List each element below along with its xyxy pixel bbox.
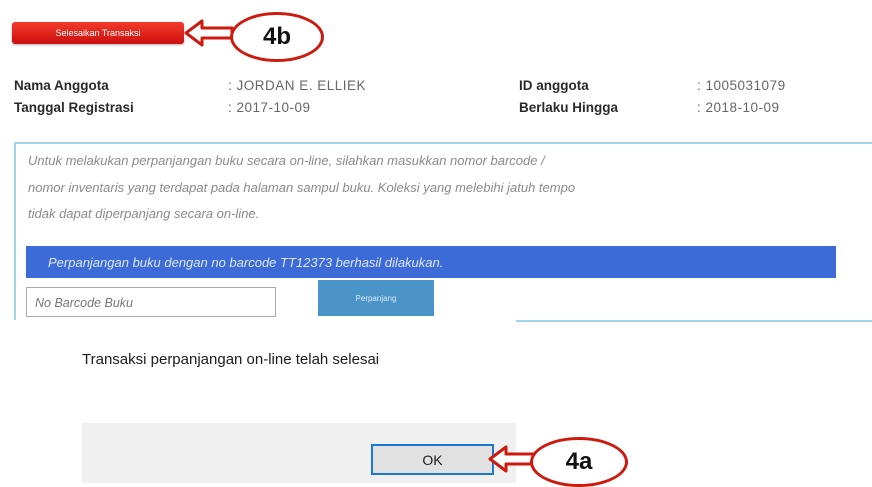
registration-date-value: : 2017-10-09 [228, 100, 311, 115]
callout-4b: 4b [230, 12, 324, 62]
member-id-value: : 1005031079 [697, 78, 786, 93]
instruction-line-3: tidak dapat diperpanjang secara on-line. [28, 206, 260, 221]
success-message: Perpanjangan buku dengan no barcode TT12… [48, 254, 444, 270]
arrow-left-icon [184, 19, 234, 47]
success-banner: Perpanjangan buku dengan no barcode TT12… [26, 246, 836, 278]
callout-4a: 4a [530, 437, 628, 487]
registration-date-label: Tanggal Registrasi [14, 100, 134, 115]
finish-transaction-button[interactable]: Selesaikan Transaksi [12, 22, 184, 44]
instruction-line-1: Untuk melakukan perpanjangan buku secara… [28, 153, 545, 168]
member-name-value: : JORDAN E. ELLIEK [228, 78, 367, 93]
barcode-input[interactable]: No Barcode Buku [26, 287, 276, 317]
instruction-line-2: nomor inventaris yang terdapat pada hala… [28, 180, 576, 195]
member-name-label: Nama Anggota [14, 78, 109, 93]
dialog-message: Transaksi perpanjangan on-line telah sel… [82, 351, 380, 368]
ok-button[interactable]: OK [371, 444, 494, 475]
valid-until-value: : 2018-10-09 [697, 100, 780, 115]
extend-button[interactable]: Perpanjang [318, 280, 434, 316]
valid-until-label: Berlaku Hingga [519, 100, 619, 115]
member-id-label: ID anggota [519, 78, 589, 93]
